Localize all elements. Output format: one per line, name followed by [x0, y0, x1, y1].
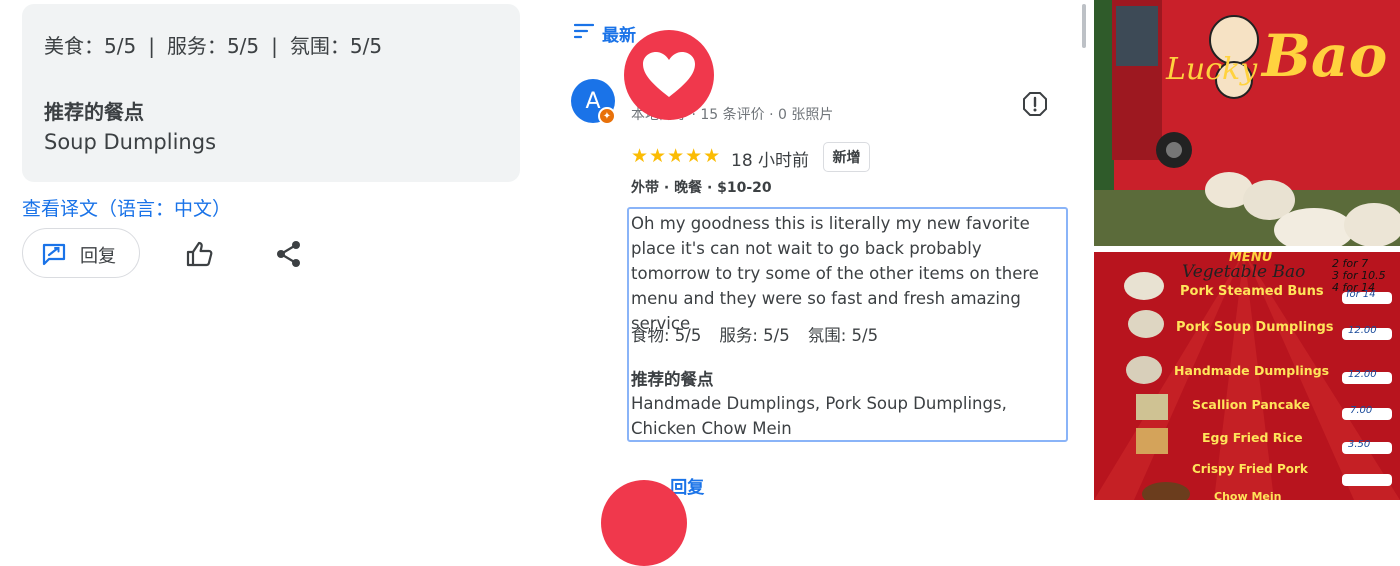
heart-icon [624, 30, 714, 120]
menu-item-price: for 14 [1346, 289, 1376, 300]
local-guide-badge-icon: ✦ [598, 107, 616, 125]
recommended-dishes-title: 推荐的餐点 [44, 100, 144, 124]
menu-item-price: 12.00 [1348, 325, 1377, 336]
star-rating: ★★★★★ [631, 145, 722, 167]
thumb-up-icon[interactable] [185, 240, 215, 272]
ratings-summary: 美食：5/5 | 服务：5/5 | 氛围：5/5 [44, 30, 382, 59]
atmosphere-rating-label: 氛围： [289, 34, 350, 58]
scrollbar[interactable] [1082, 4, 1086, 48]
menu-item: Pork Steamed Buns [1180, 284, 1324, 299]
menu-item-price: 7.00 [1350, 405, 1373, 416]
menu-item: Crispy Fried Pork [1192, 462, 1308, 476]
menu-item: Handmade Dumplings [1174, 363, 1330, 378]
separator: | [271, 34, 278, 58]
menu-subtitle: Vegetable Bao [1182, 262, 1306, 282]
separator: | [148, 34, 155, 58]
report-icon[interactable] [1022, 91, 1048, 121]
review-tags: 外带 · 晚餐 · $10-20 [631, 180, 772, 196]
new-badge: 新增 [823, 142, 870, 172]
menu-item: Egg Fried Rice [1202, 430, 1303, 445]
review-time: 18 小时前 [731, 151, 810, 171]
atmosphere-rating: 氛围: 5/5 [807, 326, 879, 345]
sub-ratings: 食物: 5/5 服务: 5/5 氛围: 5/5 [631, 322, 896, 346]
menu-item: Pork Soup Dumplings [1176, 320, 1334, 335]
truck-sign-lucky: Lucky [1166, 52, 1258, 87]
menu-item-price: 12.00 [1348, 369, 1377, 380]
food-truck-photo[interactable]: Lucky Bao [1094, 0, 1400, 246]
reply-icon [41, 242, 67, 270]
sort-newest-label[interactable]: 最新 [602, 21, 636, 46]
menu-board-photo[interactable]: MENU Vegetable Bao 2 for 7 3 for 10.5 4 … [1094, 252, 1400, 500]
service-rating-value: 5/5 [226, 34, 260, 58]
service-rating: 服务: 5/5 [719, 326, 790, 345]
food-rating-label: 美食： [44, 34, 104, 58]
reply-button-label: 回复 [80, 246, 116, 267]
service-rating-label: 服务： [166, 34, 227, 58]
share-icon[interactable] [276, 240, 302, 272]
food-rating-value: 5/5 [104, 34, 137, 58]
recommended-dishes-title: 推荐的餐点 [631, 370, 714, 389]
heart-icon [601, 480, 687, 566]
truck-sign-bao: Bao [1262, 22, 1388, 90]
recommended-dishes-text: Soup Dumplings [44, 130, 217, 154]
menu-item-price: 3.50 [1348, 439, 1371, 450]
menu-item: Chow Mein [1214, 490, 1282, 500]
food-rating: 食物: 5/5 [631, 326, 702, 345]
sort-icon[interactable] [573, 23, 595, 43]
view-translation-link[interactable]: 查看译文（语言：中文） [22, 194, 231, 221]
menu-item: Scallion Pancake [1192, 397, 1310, 412]
review-text: Oh my goodness this is literally my new … [631, 214, 1039, 333]
recommended-dishes-text: Handmade Dumplings, Pork Soup Dumplings,… [631, 394, 1007, 438]
atmosphere-rating-value: 5/5 [349, 34, 383, 58]
reply-button[interactable]: 回复 [22, 228, 140, 278]
